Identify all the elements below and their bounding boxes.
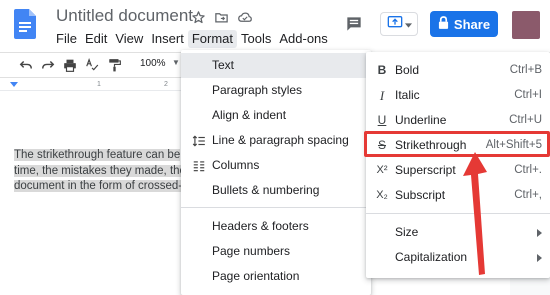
present-button[interactable] <box>380 12 418 36</box>
lock-icon <box>438 16 449 32</box>
paint-format-icon[interactable] <box>106 57 122 73</box>
format-menu-item-bullets[interactable]: Bullets & numbering <box>181 178 371 203</box>
underline-icon: U <box>377 113 387 127</box>
format-menu-item-label: Page orientation <box>212 269 300 283</box>
cloud-status-icon[interactable] <box>236 9 253 26</box>
columns-icon <box>191 158 206 173</box>
format-menu-item-label: Align & indent <box>212 108 287 122</box>
zoom-select[interactable]: 100% <box>140 58 166 69</box>
spellcheck-icon[interactable] <box>84 57 100 73</box>
document-line: The strikethrough feature can be <box>14 149 181 161</box>
share-label: Share <box>453 16 491 32</box>
text-menu-item-label: Subscript <box>395 188 446 202</box>
format-menu-item-page-numbers[interactable]: Page numbers <box>181 239 371 264</box>
format-menu: Text Paragraph styles Align & indent Lin… <box>181 50 371 295</box>
menu-edit[interactable]: Edit <box>81 30 111 48</box>
move-folder-icon[interactable] <box>213 9 230 26</box>
format-menu-item-page-orientation[interactable]: Page orientation <box>181 264 371 289</box>
share-button[interactable]: Share <box>430 11 498 37</box>
document-body[interactable]: The strikethrough feature can be time, t… <box>14 148 189 195</box>
star-icon[interactable] <box>190 9 207 26</box>
menu-add-ons[interactable]: Add-ons <box>275 30 331 48</box>
format-menu-item-label: Headers & footers <box>212 219 309 233</box>
submenu-arrow-icon <box>537 229 542 237</box>
caret-down-icon <box>404 15 412 33</box>
document-line: document in the form of crossed-o <box>14 180 189 192</box>
format-menu-item-label: Text <box>212 58 235 72</box>
menu-format[interactable]: Format <box>187 30 237 48</box>
menu-bar: File Edit View Insert Format Tools Add-o… <box>56 30 332 48</box>
shortcut-label: Ctrl+, <box>514 189 542 201</box>
superscript-icon: X² <box>376 164 388 176</box>
bold-icon: B <box>377 63 387 77</box>
undo-icon[interactable] <box>18 57 34 73</box>
line-spacing-icon <box>191 133 206 148</box>
subscript-icon: X₂ <box>376 189 388 201</box>
shortcut-label: Ctrl+. <box>514 164 542 176</box>
shortcut-label: Ctrl+U <box>509 114 542 126</box>
indent-marker-icon[interactable] <box>10 82 18 87</box>
document-title[interactable]: Untitled document <box>56 6 193 26</box>
print-icon[interactable] <box>62 57 78 73</box>
format-menu-item-label: Line & paragraph spacing <box>212 133 349 147</box>
text-menu-item-label: Italic <box>395 88 420 102</box>
document-line: time, the mistakes they made, the <box>14 164 186 177</box>
format-menu-item-columns[interactable]: Columns <box>181 153 371 178</box>
text-menu-item-label: Size <box>395 225 419 239</box>
menu-separator <box>181 207 371 208</box>
format-menu-item-label: Bullets & numbering <box>212 183 320 197</box>
redo-icon[interactable] <box>40 57 56 73</box>
submenu-arrow-icon <box>537 254 542 262</box>
menu-tools[interactable]: Tools <box>237 30 275 48</box>
text-menu-item-italic[interactable]: I Italic Ctrl+I <box>366 83 550 108</box>
text-menu-item-label: Superscript <box>395 163 456 177</box>
format-menu-item-line-spacing[interactable]: Line & paragraph spacing <box>181 128 371 153</box>
shortcut-label: Ctrl+B <box>509 64 542 76</box>
text-menu-item-bold[interactable]: B Bold Ctrl+B <box>366 58 550 83</box>
google-docs-logo-icon[interactable] <box>14 9 36 39</box>
format-menu-item-align-indent[interactable]: Align & indent <box>181 103 371 128</box>
format-menu-item-label: Columns <box>212 158 260 172</box>
ruler-tick-1: 1 <box>97 81 101 88</box>
ruler-tick-2: 2 <box>164 81 168 88</box>
menu-file[interactable]: File <box>56 30 81 48</box>
comment-history-icon[interactable] <box>344 14 364 34</box>
format-menu-item-headers-footers[interactable]: Headers & footers <box>181 214 371 239</box>
text-menu-item-underline[interactable]: U Underline Ctrl+U <box>366 108 550 133</box>
format-menu-item-text[interactable]: Text <box>181 53 371 78</box>
red-pointer-arrow-icon <box>463 152 487 275</box>
text-menu-item-label: Bold <box>395 63 420 77</box>
present-icon <box>387 15 403 34</box>
format-menu-item-label: Paragraph styles <box>212 83 303 97</box>
text-menu-item-label: Underline <box>395 113 447 127</box>
shortcut-label: Ctrl+I <box>514 89 542 101</box>
format-menu-item-paragraph-styles[interactable]: Paragraph styles <box>181 78 371 103</box>
menu-view[interactable]: View <box>111 30 147 48</box>
zoom-caret-icon[interactable]: ▼ <box>172 58 180 67</box>
menu-insert[interactable]: Insert <box>147 30 188 48</box>
account-avatar[interactable] <box>512 11 540 39</box>
format-menu-item-label: Page numbers <box>212 244 291 258</box>
italic-icon: I <box>379 88 385 103</box>
